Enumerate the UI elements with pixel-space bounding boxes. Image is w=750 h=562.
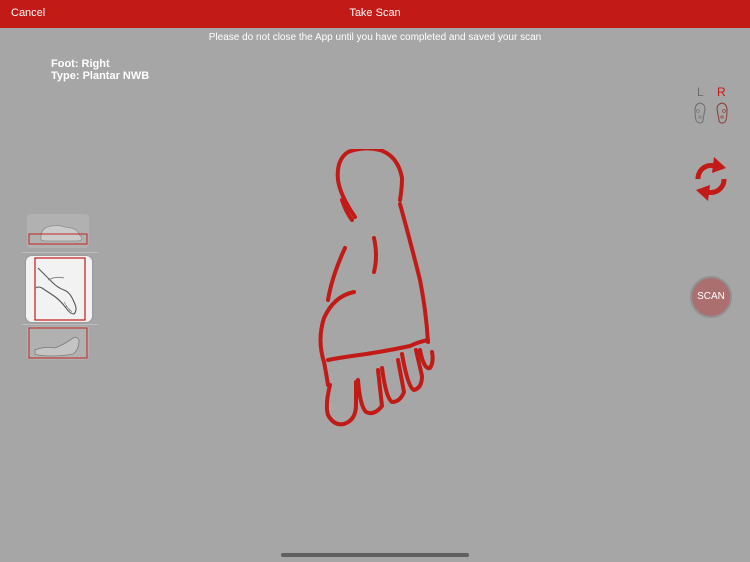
divider [22, 252, 98, 253]
foot-lateral-view-icon [28, 327, 88, 359]
right-foot-icon[interactable] [714, 102, 730, 124]
view-thumbnail-side[interactable] [26, 256, 92, 322]
foot-side-view-icon [34, 257, 86, 321]
right-foot-label[interactable]: R [717, 85, 726, 99]
left-foot-icon[interactable] [692, 102, 708, 124]
view-thumbnail-lateral[interactable] [27, 326, 89, 360]
divider [22, 324, 98, 325]
foot-side-selector[interactable]: L R [692, 85, 734, 141]
foot-top-view-icon [28, 225, 88, 245]
scan-info: Foot: Right Type: Plantar NWB [51, 58, 149, 82]
plantar-foot-outline-icon [318, 149, 435, 427]
page-title: Take Scan [349, 7, 401, 19]
left-foot-label[interactable]: L [697, 85, 704, 99]
top-bar: Cancel Take Scan [0, 0, 750, 28]
scan-type-label: Type: Plantar NWB [51, 70, 150, 82]
rotate-icon[interactable] [692, 155, 730, 203]
home-indicator [281, 553, 469, 557]
view-thumbnail-top[interactable] [27, 214, 89, 248]
warning-notice: Please do not close the App until you ha… [208, 32, 542, 43]
foot-label: Foot: Right [51, 58, 110, 70]
scan-button[interactable]: SCAN [690, 276, 732, 318]
